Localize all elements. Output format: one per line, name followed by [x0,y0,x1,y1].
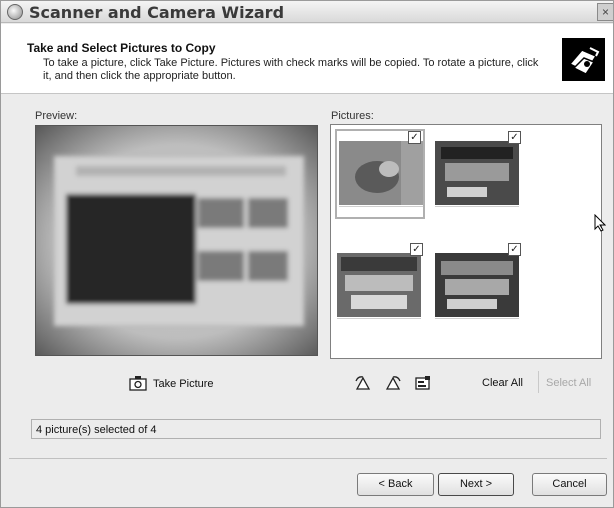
picture-thumbnail[interactable]: ✓ [335,129,425,219]
rotate-right-icon[interactable] [384,375,402,394]
close-icon[interactable]: × [597,3,613,21]
clear-all-button[interactable]: Clear All [482,377,523,389]
picture-thumbnail[interactable]: ✓ [433,131,523,221]
picture-checkbox[interactable]: ✓ [508,243,521,256]
wizard-window: Scanner and Camera Wizard × Take and Sel… [0,0,614,508]
title-bar: Scanner and Camera Wizard × [1,1,613,23]
picture-thumbnail[interactable]: ✓ [433,243,523,333]
mouse-pointer-icon [594,213,607,235]
selection-status: 4 picture(s) selected of 4 [31,419,601,439]
camera-icon [129,375,147,394]
camera-wizard-icon [562,38,605,81]
photo-preview [339,141,423,205]
window-title: Scanner and Camera Wizard [29,3,285,22]
page-description: To take a picture, click Take Picture. P… [43,57,539,82]
camera-preview [35,125,318,356]
photo-preview [337,253,421,317]
footer-divider [9,458,607,459]
pictures-label: Pictures: [331,110,374,122]
page-title: Take and Select Pictures to Copy [27,41,216,55]
picture-thumbnail[interactable]: ✓ [335,243,425,333]
photo-preview [435,141,519,205]
wizard-app-icon [7,4,23,20]
preview-label: Preview: [35,110,78,122]
back-button[interactable]: < Back [357,473,434,496]
pictures-list[interactable]: ✓ ✓ ✓ ✓ [330,124,602,359]
toolbar-divider [538,371,539,393]
next-button[interactable]: Next > [438,473,514,496]
picture-checkbox[interactable]: ✓ [508,131,521,144]
properties-icon[interactable] [414,375,432,394]
photo-preview [435,253,519,317]
select-all-button[interactable]: Select All [546,377,591,389]
take-picture-label: Take Picture [153,378,214,390]
wizard-header: Take and Select Pictures to Copy To take… [1,24,613,94]
rotate-toolbar [354,375,432,394]
cancel-button[interactable]: Cancel [532,473,607,496]
picture-checkbox[interactable]: ✓ [408,131,421,144]
rotate-left-icon[interactable] [354,375,372,394]
take-picture-button[interactable]: Take Picture [129,375,214,393]
picture-checkbox[interactable]: ✓ [410,243,423,256]
